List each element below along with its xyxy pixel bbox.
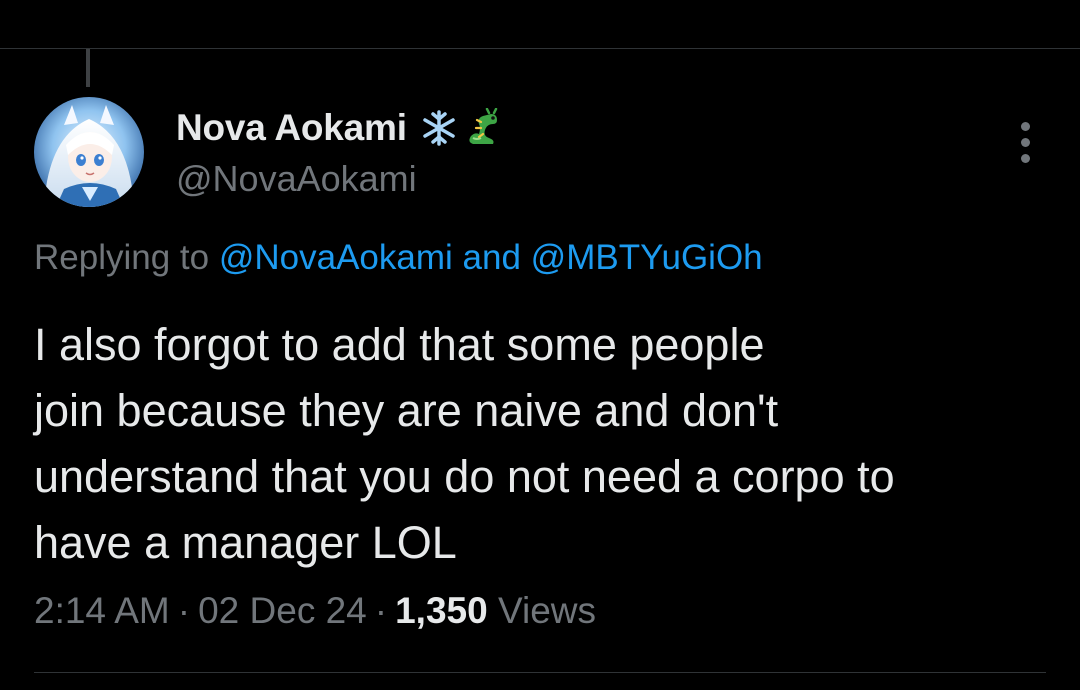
tweet-header: Nova Aokami @NovaAokami: [176, 104, 503, 200]
views-count: 1,350: [395, 590, 488, 631]
tweet-text: I also forgot to add that some people jo…: [34, 312, 1054, 576]
reply-context-prefix: Replying to: [34, 238, 210, 277]
tweet-date[interactable]: 02 Dec 24: [198, 590, 367, 631]
reply-mention-link[interactable]: @MBTYuGiOh: [531, 238, 763, 277]
author-avatar[interactable]: [34, 97, 144, 207]
thread-connector-line: [86, 49, 90, 87]
reply-connector[interactable]: and: [463, 238, 521, 277]
author-handle[interactable]: @NovaAokami: [176, 158, 503, 200]
dragon-icon: [463, 107, 503, 148]
reply-mention-link[interactable]: @NovaAokami: [219, 238, 453, 277]
snowflake-icon: [419, 108, 459, 148]
bottom-divider: [34, 672, 1046, 673]
author-name-row: Nova Aokami: [176, 104, 503, 152]
more-dots-icon: [1020, 153, 1030, 163]
tweet-text-line: have a manager LOL: [34, 517, 457, 568]
more-dots-icon: [1020, 137, 1030, 147]
more-dots-icon: [1020, 121, 1030, 131]
tweet-text-line: I also forgot to add that some people: [34, 319, 765, 370]
meta-separator: ·: [374, 590, 388, 631]
more-options-button[interactable]: [1005, 118, 1045, 166]
tweet-text-line: join because they are naive and don't: [34, 385, 779, 436]
tweet-meta: 2:14 AM · 02 Dec 24 · 1,350 Views: [34, 590, 596, 632]
top-divider: [0, 48, 1080, 49]
views-label: Views: [497, 590, 596, 631]
tweet-time[interactable]: 2:14 AM: [34, 590, 170, 631]
author-display-name[interactable]: Nova Aokami: [176, 107, 407, 149]
tweet-text-line: understand that you do not need a corpo …: [34, 451, 895, 502]
reply-context: Replying to @NovaAokami and @MBTYuGiOh: [34, 238, 763, 278]
meta-separator: ·: [177, 590, 191, 631]
